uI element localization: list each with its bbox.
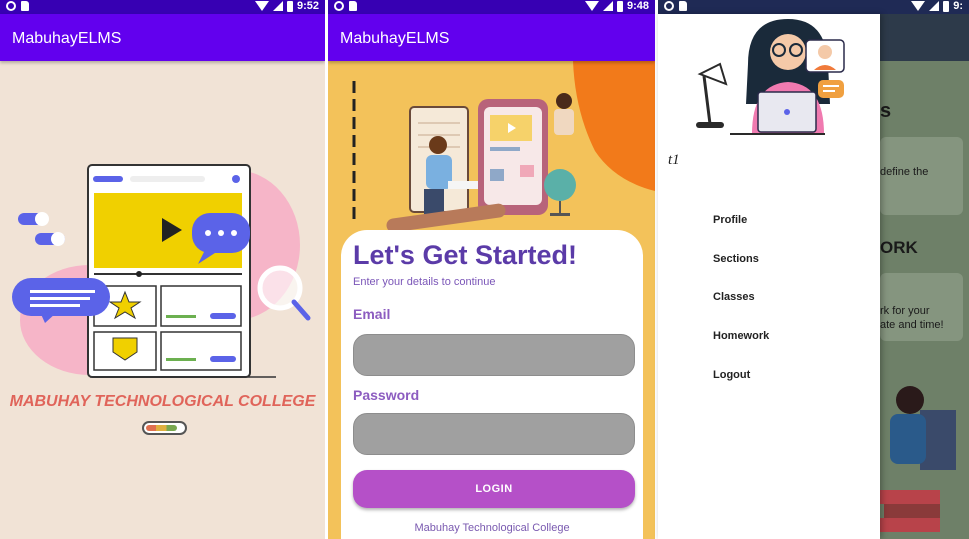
- battery-icon: [286, 0, 293, 12]
- status-bar: 9:52: [0, 0, 325, 14]
- login-footer: Mabuhay Technological College: [414, 522, 570, 534]
- battery-icon: [943, 0, 950, 12]
- drawer-item-sections[interactable]: Sections: [713, 253, 759, 265]
- app-bar: MabuhayELMS: [328, 14, 655, 61]
- login-illustration: [352, 61, 655, 233]
- wifi-icon: [584, 1, 599, 11]
- laptop-icon: [757, 91, 817, 133]
- drawer-item-profile[interactable]: Profile: [713, 214, 747, 226]
- password-label: Password: [353, 387, 420, 403]
- signal-icon: [602, 1, 613, 11]
- drawer-item-homework[interactable]: Homework: [713, 330, 769, 342]
- login-subtitle: Enter your details to continue: [353, 276, 496, 288]
- drawer-item-logout[interactable]: Logout: [713, 369, 750, 381]
- status-bar: 9:: [658, 0, 969, 14]
- notification-icon: [6, 1, 16, 11]
- wifi-icon: [254, 1, 269, 11]
- background-heading: ORK: [880, 238, 918, 257]
- drawer-header-label: t1: [668, 152, 680, 168]
- email-field[interactable]: [353, 334, 635, 376]
- background-text: define the: [880, 166, 929, 178]
- loading-progress-fill: [146, 425, 178, 431]
- sd-card-icon: [679, 1, 687, 11]
- password-field[interactable]: [353, 413, 635, 455]
- status-time: 9:52: [296, 0, 319, 12]
- signal-icon: [272, 1, 283, 11]
- magnifier-icon: [257, 265, 311, 321]
- sd-card-icon: [349, 1, 357, 11]
- college-name: MABUHAY TECHNOLOGICAL COLLEGE: [9, 393, 316, 410]
- loading-progress: [142, 421, 187, 435]
- sd-card-icon: [21, 1, 29, 11]
- globe-icon: [544, 169, 576, 216]
- splash-illustration: [12, 164, 311, 378]
- message-icon: [818, 80, 844, 98]
- background-app-bar: [880, 14, 969, 61]
- wifi-icon: [911, 1, 926, 11]
- notification-icon: [334, 1, 344, 11]
- background-text: ate and time!: [880, 319, 944, 331]
- background-text: rk for your: [880, 305, 930, 317]
- status-time: 9:48: [626, 0, 649, 12]
- drawer-header-illustration: [696, 19, 845, 135]
- video-call-icon: [805, 39, 845, 73]
- app-title: MabuhayELMS: [12, 30, 122, 47]
- student-sitting-icon: [554, 93, 574, 135]
- email-label: Email: [353, 306, 391, 322]
- app-bar: MabuhayELMS: [0, 14, 325, 61]
- notification-icon: [664, 1, 674, 11]
- app-title: MabuhayELMS: [340, 30, 450, 47]
- signal-icon: [929, 1, 940, 11]
- status-time: 9:: [953, 0, 963, 12]
- battery-icon: [616, 0, 623, 12]
- lamp-icon: [696, 62, 728, 128]
- background-heading: s: [880, 100, 892, 122]
- background-illustration: [880, 386, 956, 532]
- toggle-icon: [18, 212, 65, 246]
- drawer-item-classes[interactable]: Classes: [713, 291, 755, 303]
- status-bar: 9:48: [328, 0, 655, 14]
- login-button[interactable]: LOGIN: [353, 470, 635, 508]
- login-title: Let's Get Started!: [353, 240, 577, 270]
- splash-screen: 9:52 MabuhayELMS MABUHAY TECHNOLOGICAL C…: [0, 0, 325, 539]
